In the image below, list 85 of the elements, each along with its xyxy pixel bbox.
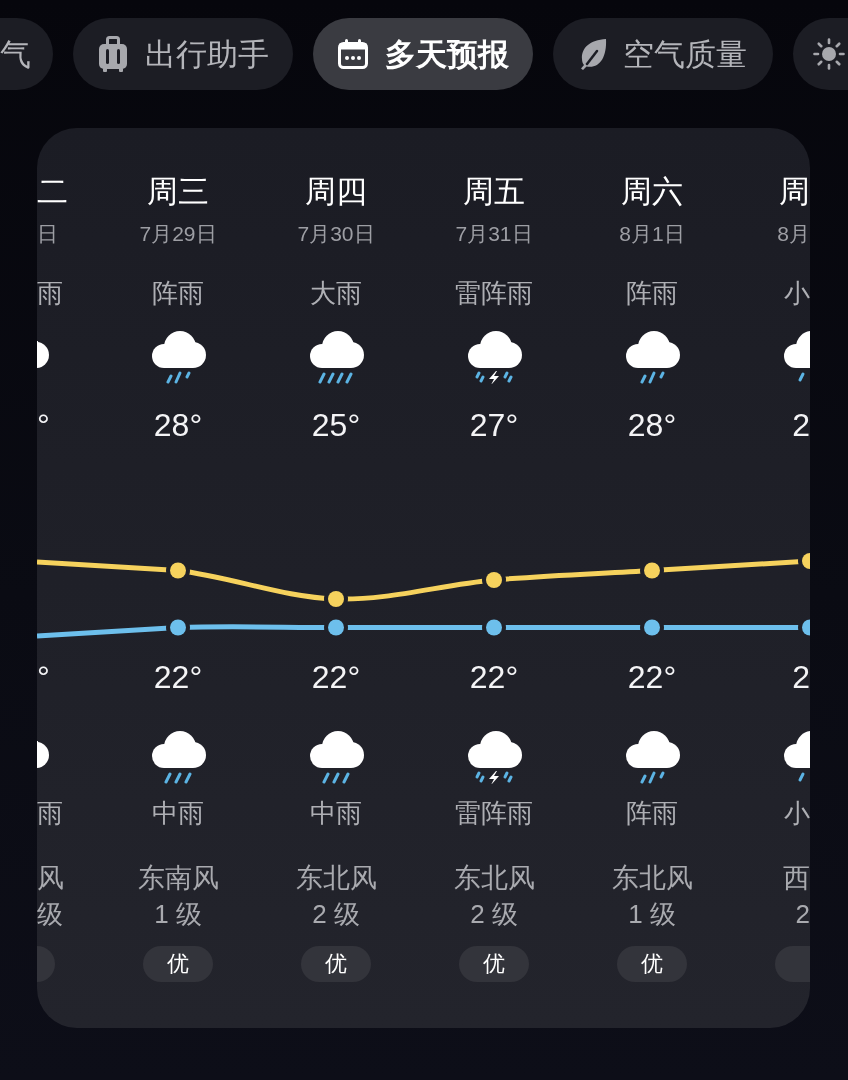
wind-level: 1 级 bbox=[154, 899, 202, 929]
cloud-icon bbox=[37, 741, 49, 769]
air-quality-badge bbox=[775, 946, 810, 982]
weather-condition: 阵雨 bbox=[152, 278, 204, 308]
low-temperature: 22° bbox=[311, 659, 361, 695]
high-temperature: 25° bbox=[311, 407, 361, 443]
wind-direction: 风 bbox=[37, 863, 64, 893]
low-temperature-point bbox=[328, 619, 344, 636]
tab[interactable]: 多天预报 bbox=[313, 18, 533, 90]
wind-direction: 东北风 bbox=[611, 863, 693, 893]
rain-cloud-icon bbox=[624, 330, 680, 384]
high-temperature: ° bbox=[37, 407, 50, 443]
thunder-rain-cloud-icon bbox=[466, 330, 522, 384]
weekday-label: 周五 bbox=[463, 174, 525, 210]
weather-condition: 雷阵雨 bbox=[455, 278, 533, 308]
wind-direction: 东北风 bbox=[295, 863, 377, 893]
date-label: 8月 bbox=[777, 221, 810, 247]
rain-cloud-icon bbox=[782, 330, 810, 384]
air-quality-badge: 优 bbox=[459, 946, 529, 982]
wind-level: 1 级 bbox=[628, 899, 676, 929]
suitcase-icon bbox=[97, 36, 129, 72]
low-temperature-point bbox=[486, 619, 502, 636]
high-temperature: 27° bbox=[469, 407, 519, 443]
weather-condition: 小 bbox=[784, 278, 810, 308]
low-temperature: 22° bbox=[627, 659, 677, 695]
low-temperature: 22° bbox=[153, 659, 203, 695]
calendar-icon bbox=[337, 38, 369, 70]
weekday-label: 周六 bbox=[621, 174, 683, 210]
rain-cloud-icon bbox=[150, 730, 206, 784]
high-temperature-point bbox=[486, 572, 502, 588]
tab[interactable]: 空气质量 bbox=[553, 18, 773, 90]
weather-condition: 中雨 bbox=[152, 798, 204, 828]
rain-cloud-icon bbox=[308, 730, 364, 784]
weather-condition: 阵雨 bbox=[626, 798, 678, 828]
rain-cloud-icon bbox=[308, 330, 364, 384]
wind-direction: 东北风 bbox=[453, 863, 535, 893]
date-label: 日 bbox=[37, 221, 58, 247]
weather-condition: 大雨 bbox=[310, 278, 362, 308]
air-quality-badge: 优 bbox=[617, 946, 687, 982]
air-quality-badge bbox=[37, 946, 55, 982]
weather-condition: 小 bbox=[784, 798, 810, 828]
air-quality-badge: 优 bbox=[301, 946, 371, 982]
high-temperature: 28° bbox=[627, 407, 677, 443]
low-temperature-point bbox=[170, 619, 186, 636]
date-label: 7月29日 bbox=[139, 221, 217, 247]
high-temperature: 28° bbox=[153, 407, 203, 443]
rain-cloud-icon bbox=[150, 330, 206, 384]
low-temperature: ° bbox=[37, 659, 50, 695]
weather-condition: 雨 bbox=[37, 278, 63, 308]
wind-level: 2 bbox=[795, 899, 810, 929]
high-temperature-point bbox=[170, 562, 186, 579]
weekday-label: 周四 bbox=[305, 174, 367, 210]
weather-condition: 中雨 bbox=[310, 798, 362, 828]
wind-direction: 东南风 bbox=[137, 863, 219, 893]
weather-condition: 阵雨 bbox=[626, 278, 678, 308]
wind-level: 级 bbox=[37, 899, 63, 929]
tab[interactable]: 出行助手 bbox=[73, 18, 293, 90]
rain-cloud-icon bbox=[782, 730, 810, 784]
high-temperature-point bbox=[644, 562, 660, 579]
high-temperature: 2 bbox=[792, 407, 810, 443]
date-label: 8月1日 bbox=[619, 221, 685, 247]
weather-condition: 雨 bbox=[37, 798, 63, 828]
low-temperature: 22° bbox=[469, 659, 519, 695]
weather-condition: 雷阵雨 bbox=[455, 798, 533, 828]
leaf-icon bbox=[579, 38, 607, 70]
weekday-label: 周三 bbox=[147, 174, 209, 210]
cloud-icon bbox=[37, 341, 49, 369]
sun-icon bbox=[813, 38, 845, 70]
rain-cloud-icon bbox=[624, 730, 680, 784]
wind-direction: 西 bbox=[783, 863, 810, 893]
low-temperature: 2 bbox=[792, 659, 810, 695]
weekday-label: 周 bbox=[779, 174, 810, 210]
date-label: 7月30日 bbox=[297, 221, 375, 247]
low-temperature-point bbox=[802, 619, 810, 636]
date-label: 7月31日 bbox=[455, 221, 533, 247]
air-quality-badge: 优 bbox=[143, 946, 213, 982]
weekday-label: 二 bbox=[37, 174, 68, 210]
high-temperature-point bbox=[328, 591, 344, 607]
high-temperature-point bbox=[802, 553, 810, 569]
tab[interactable] bbox=[793, 18, 848, 90]
wind-level: 2 级 bbox=[312, 899, 360, 929]
wind-level: 2 级 bbox=[470, 899, 518, 929]
tab[interactable]: 气 bbox=[0, 18, 53, 90]
low-temperature-point bbox=[644, 619, 660, 636]
thunder-rain-cloud-icon bbox=[466, 730, 522, 784]
